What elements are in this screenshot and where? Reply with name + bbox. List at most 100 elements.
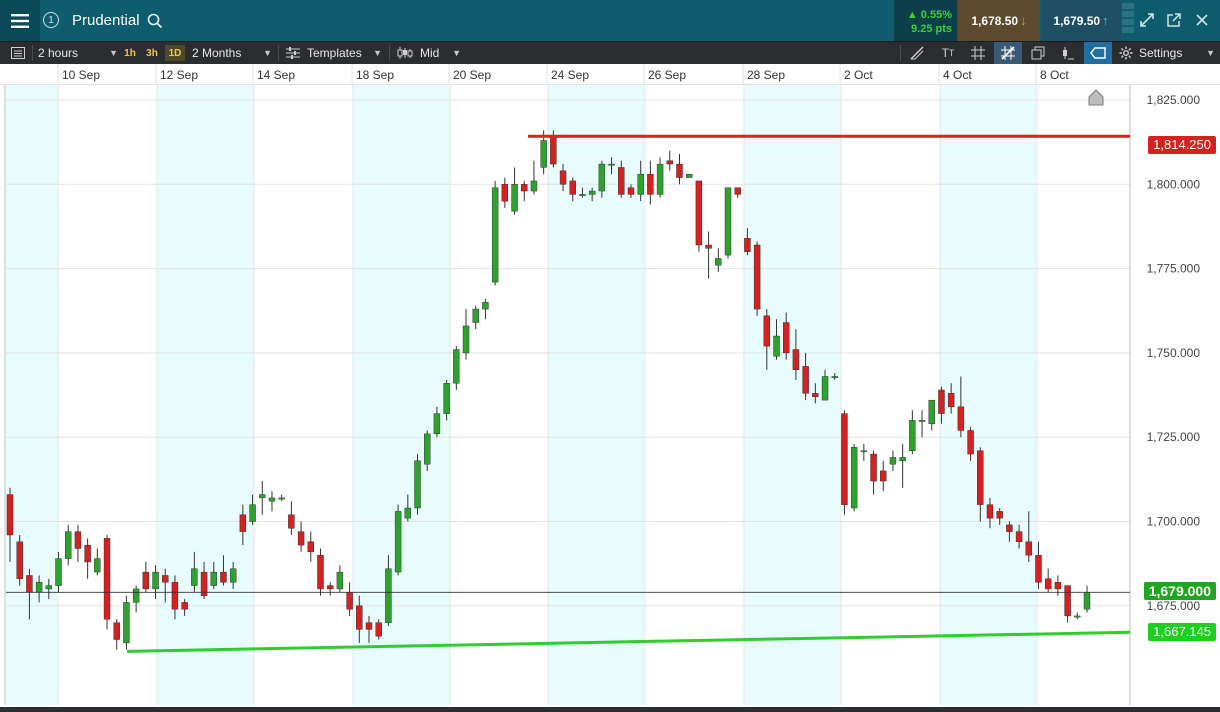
candle-up (433, 413, 441, 435)
candle-up (424, 433, 431, 465)
candle-up (491, 187, 499, 283)
candle-up (404, 507, 412, 519)
depth-ladder-icon[interactable] (1122, 3, 1134, 38)
candle-down (880, 470, 887, 482)
candle-up (259, 494, 266, 499)
templates-label: Templates (307, 46, 362, 60)
candle-down (792, 349, 800, 370)
support-level-value: 1,667.145 (1153, 624, 1211, 639)
candle-up (918, 420, 926, 422)
candle-up (482, 302, 489, 310)
close-icon[interactable] (1194, 12, 1212, 30)
sell-price: 1,678.50 (971, 13, 1019, 28)
candle-down (220, 571, 227, 583)
date-label: 26 Sep (648, 68, 686, 82)
candle-up (132, 588, 140, 603)
change-points: 9.25 pts (911, 23, 952, 35)
date-label: 20 Sep (453, 68, 491, 82)
interval-select[interactable]: 2 hours ▼ (38, 42, 118, 64)
candle-down (74, 531, 82, 549)
price-chart-svg: 1,825.000 1,800.000 1,775.000 1,750.000 1,72… (4, 85, 1201, 705)
crosshair-grid-icon[interactable] (994, 42, 1022, 64)
current-price-value: 1,679.000 (1148, 583, 1211, 599)
search-icon[interactable] (147, 13, 165, 31)
candle-down (618, 167, 625, 195)
timeframe-1h-button[interactable]: 1h (121, 45, 139, 61)
timeframe-1d-button[interactable]: 1D (165, 45, 185, 61)
date-label: 18 Sep (356, 68, 394, 82)
draw-line-icon[interactable] (905, 42, 929, 64)
buy-button[interactable]: 1,679.50 ↑ (1041, 0, 1121, 41)
candle-down (1054, 581, 1062, 590)
candle-up (656, 163, 664, 195)
candle-up (336, 571, 344, 590)
candle-down (26, 575, 33, 593)
price-chart[interactable]: 1,825.000 1,800.000 1,775.000 1,750.000 1,72… (0, 85, 1220, 707)
tf-1h-label: 1h (124, 47, 136, 59)
buy-price: 1,679.50 (1053, 13, 1101, 28)
candle-up (414, 460, 421, 509)
date-label: 28 Sep (747, 68, 785, 82)
candle-up (608, 163, 615, 166)
candle-up (55, 558, 62, 586)
candle-up (65, 531, 72, 559)
candle-down (550, 136, 557, 165)
candle-down (967, 430, 974, 455)
candle-down (1015, 531, 1023, 542)
candle-down (521, 184, 528, 192)
popout-icon[interactable] (1166, 12, 1184, 30)
date-label: 10 Sep (62, 68, 100, 82)
candle-up (462, 325, 470, 354)
candle-up (385, 568, 392, 623)
grid-icon[interactable] (966, 42, 990, 64)
account-badge[interactable]: 1 (43, 12, 59, 28)
candle-down (870, 453, 877, 482)
tag-icon[interactable] (1084, 42, 1112, 64)
tf-3h-label: 3h (146, 47, 158, 59)
templates-menu[interactable]: Templates ▼ (286, 42, 382, 64)
candle-up (715, 258, 722, 266)
resistance-level-value: 1,814.250 (1153, 137, 1211, 152)
candle-down (1006, 524, 1013, 532)
interval-value: 2 hours (38, 46, 79, 60)
sell-button[interactable]: 1,678.50 ↓ (958, 0, 1040, 41)
account-badge-number: 1 (48, 14, 54, 26)
chevron-down-icon: ▼ (373, 48, 382, 58)
candle-up (45, 585, 53, 590)
candle-up (94, 558, 101, 573)
gear-icon (1119, 46, 1133, 60)
candle-up (889, 457, 897, 465)
timeframe-3h-button[interactable]: 3h (143, 45, 161, 61)
y-tick-label: 1,700.000 (1147, 515, 1201, 529)
menu-icon[interactable] (0, 0, 40, 41)
candle-up (268, 497, 276, 502)
chevron-down-icon: ▼ (452, 48, 461, 58)
tf-1d-label: 1D (168, 47, 182, 59)
settings-menu[interactable]: Settings ▼ (1119, 42, 1215, 64)
candle-up (530, 180, 538, 192)
candle-up (899, 457, 906, 462)
candle-down (802, 366, 809, 394)
price-type-select[interactable]: Mid ▼ (397, 42, 461, 64)
candle-up (229, 568, 237, 583)
candle-down (986, 504, 994, 519)
candle-up (540, 140, 547, 168)
resistance-level-label: 1,814.250 (1148, 136, 1216, 154)
panel-list-icon[interactable] (6, 42, 30, 64)
candle-up (928, 399, 935, 424)
layers-icon[interactable] (1026, 42, 1050, 64)
candle-up (588, 190, 596, 195)
candle-down (705, 244, 712, 249)
y-tick-label: 1,775.000 (1147, 262, 1201, 276)
candle-down (627, 187, 635, 195)
indicator-icon[interactable] (1056, 42, 1080, 64)
candle-down (666, 160, 673, 165)
range-select[interactable]: 2 Months ▼ (192, 42, 272, 64)
candle-up (191, 568, 198, 586)
candle-down (763, 315, 771, 347)
y-tick-label: 1,800.000 (1147, 177, 1201, 191)
text-tool-icon[interactable]: TT (936, 42, 960, 64)
expand-icon[interactable] (1139, 12, 1157, 30)
candle-down (326, 585, 334, 590)
candle-up (249, 504, 256, 522)
